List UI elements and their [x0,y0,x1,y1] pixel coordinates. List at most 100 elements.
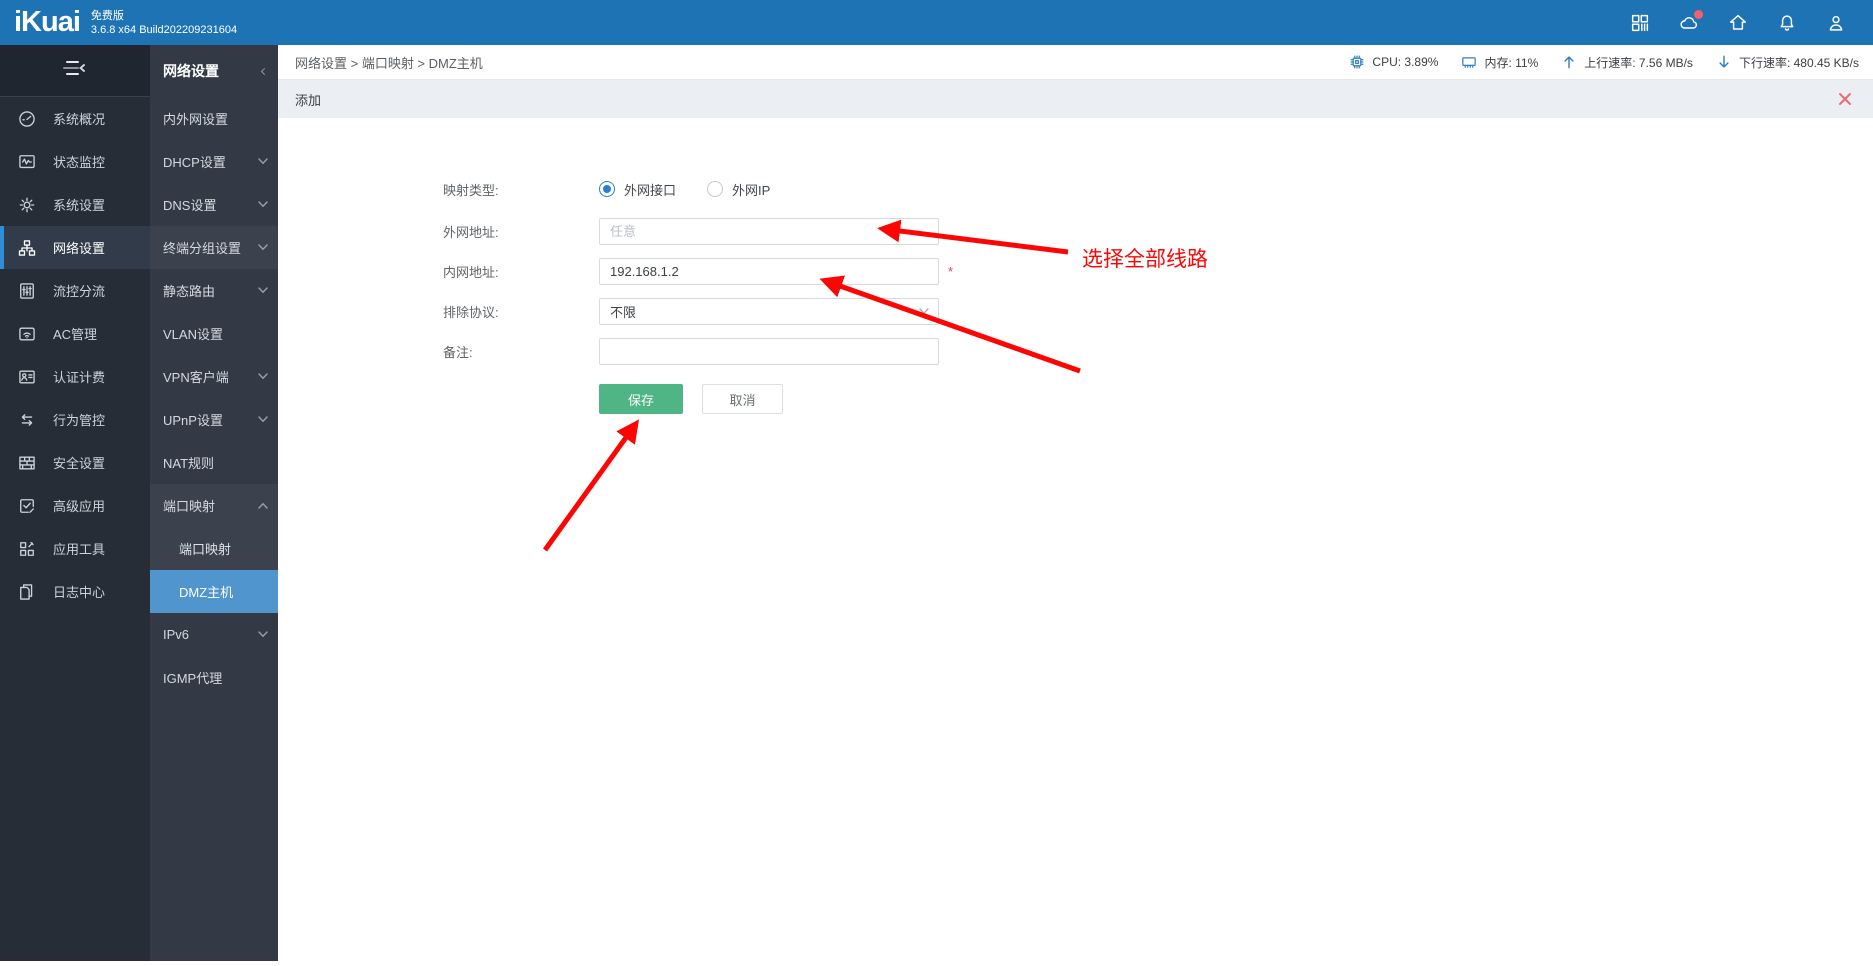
status-text: 下行速率: 480.45 KB/s [1738,55,1859,70]
menu-item-DNS设置[interactable]: DNS设置 [150,183,278,226]
sidebar-item-网络设置[interactable]: 网络设置 [0,226,150,269]
lan-address-row: 内网地址: * [443,258,1873,285]
status-bar: CPU: 3.89% 内存: 11% 上行速率: 7.56 MB/s 下行速率: 48… [1348,53,1859,71]
monitor-icon [17,152,37,172]
menu-item-NAT规则[interactable]: NAT规则 [150,441,278,484]
menu-item-DHCP设置[interactable]: DHCP设置 [150,140,278,183]
menu-item-内外网设置[interactable]: 内外网设置 [150,97,278,140]
sidebar-item-AC管理[interactable]: AC管理 [0,312,150,355]
sidebar-item-系统概况[interactable]: 系统概况 [0,97,150,140]
panel-title: 添加 [295,92,322,108]
sidebar-item-流控分流[interactable]: 流控分流 [0,269,150,312]
secondary-nav-list: 内外网设置 DHCP设置 DNS设置终端分组设置 静态路由 VLAN设置 VPN客户端 UP… [150,97,278,699]
menu-item-端口映射[interactable]: 端口映射 [150,484,278,527]
version-info: 免费版 3.6.8 x64 Build202209231604 [91,9,237,37]
submenu-item-label: DMZ主机 [179,585,234,600]
submenu-item-label: 端口映射 [179,542,232,557]
sidebar-item-认证计费[interactable]: 认证计费 [0,355,150,398]
exclude-protocol-value: 不限 [610,305,637,320]
app-shell: 系统概况状态监控系统设置网络设置流控分流 AC管理 认证计费行为管控安全设置高级应用… [0,45,1873,961]
form-buttons: 保存 取消 [599,384,1873,414]
menu-item-UPnP设置[interactable]: UPnP设置 [150,398,278,441]
exclude-protocol-row: 排除协议: 不限 [443,298,1873,325]
radio-option-label: 外网接口 [624,182,677,198]
gear-icon [17,195,37,215]
wan-address-row: 外网地址: [443,218,1873,245]
menu-item-label: 端口映射 [163,499,216,514]
mapping-type-row: 映射类型: 外网接口 外网IP [443,175,1873,203]
radio-unselected-icon[interactable] [707,181,724,197]
chevron-down-icon [258,201,268,208]
gauge-icon [17,109,37,129]
sidebar-item-label: 网络设置 [53,241,106,256]
radio-selected-icon[interactable] [599,181,615,197]
chevron-down-icon [919,308,929,315]
chevron-down-icon [258,416,268,423]
user-icon[interactable] [1825,12,1847,34]
logs-icon [17,582,37,602]
primary-nav-list: 系统概况状态监控系统设置网络设置流控分流 AC管理 认证计费行为管控安全设置高级应用… [0,97,150,613]
menu-item-label: DNS设置 [163,198,217,213]
id-card-icon [17,367,37,387]
radio-option-外网接口[interactable]: 外网接口 [599,180,676,199]
menu-item-VLAN设置[interactable]: VLAN设置 [150,312,278,355]
submenu-item-DMZ主机[interactable]: DMZ主机 [150,570,278,613]
chevron-down-icon [258,244,268,251]
swap-arrows-icon [17,410,37,430]
mapping-type-options: 外网接口 外网IP [599,180,801,199]
exclude-protocol-select[interactable]: 不限 [599,298,939,325]
remark-label: 备注: [443,345,473,360]
chevron-down-icon [258,158,268,165]
cpu-icon [1348,53,1366,71]
lan-address-input[interactable] [599,258,939,285]
status-arrow-up: 上行速率: 7.56 MB/s [1560,53,1693,71]
sidebar-item-安全设置[interactable]: 安全设置 [0,441,150,484]
brand: iKuai 免费版 3.6.8 x64 Build202209231604 [14,6,237,39]
chevron-left-icon[interactable] [258,67,268,75]
sidebar-item-系统设置[interactable]: 系统设置 [0,183,150,226]
status-text: CPU: 3.89% [1372,55,1439,69]
dmz-form: 映射类型: 外网接口 外网IP 外网地址: 内网地址: * 排除协议: 不限 [278,118,1873,414]
primary-sidebar: 系统概况状态监控系统设置网络设置流控分流 AC管理 认证计费行为管控安全设置高级应用… [0,45,150,961]
hamburger-collapse-icon [62,57,88,84]
sidebar-item-日志中心[interactable]: 日志中心 [0,570,150,613]
home-icon[interactable] [1727,12,1749,34]
collapse-menu-button[interactable] [0,45,150,97]
menu-item-IPv6[interactable]: IPv6 [150,613,278,656]
radio-option-外网IP[interactable]: 外网IP [707,180,770,199]
build-label: 3.6.8 x64 Build202209231604 [90,23,238,36]
menu-item-静态路由[interactable]: 静态路由 [150,269,278,312]
sidebar-item-行为管控[interactable]: 行为管控 [0,398,150,441]
sidebar-item-label: 状态监控 [53,155,106,170]
arrow-down-icon [1715,53,1733,71]
wan-address-label: 外网地址: [443,225,499,240]
sidebar-item-高级应用[interactable]: 高级应用 [0,484,150,527]
apps-grid-icon[interactable] [1629,12,1651,34]
bell-icon[interactable] [1776,12,1798,34]
cancel-button[interactable]: 取消 [702,384,783,414]
sidebar-item-label: 行为管控 [53,413,106,428]
menu-group-端口映射: 端口映射 端口映射 DMZ主机 [150,484,278,613]
menu-item-VPN客户端[interactable]: VPN客户端 [150,355,278,398]
sidebar-item-label: 系统概况 [53,112,106,127]
menu-item-终端分组设置[interactable]: 终端分组设置 [150,226,278,269]
cloud-icon[interactable] [1678,9,1703,34]
breadcrumb: 网络设置 > 端口映射 > DMZ主机 [295,55,483,71]
wan-address-input[interactable] [599,218,939,245]
sidebar-item-状态监控[interactable]: 状态监控 [0,140,150,183]
remark-input[interactable] [599,338,939,365]
menu-item-label: DHCP设置 [163,155,226,170]
submenu-item-端口映射[interactable]: 端口映射 [150,527,278,570]
chevron-down-icon [258,373,268,380]
menu-item-label: VPN客户端 [163,370,229,385]
sidebar-item-label: 高级应用 [53,499,106,514]
close-icon[interactable] [1838,92,1852,106]
save-button[interactable]: 保存 [599,384,683,414]
required-asterisk: * [948,264,954,279]
menu-item-IGMP代理[interactable]: IGMP代理 [150,656,278,699]
sidebar-item-应用工具[interactable]: 应用工具 [0,527,150,570]
app-check-icon [17,496,37,516]
sidebar-item-label: 应用工具 [53,542,106,557]
topbar-icons [1629,9,1847,34]
sidebar-item-label: 系统设置 [53,198,106,213]
